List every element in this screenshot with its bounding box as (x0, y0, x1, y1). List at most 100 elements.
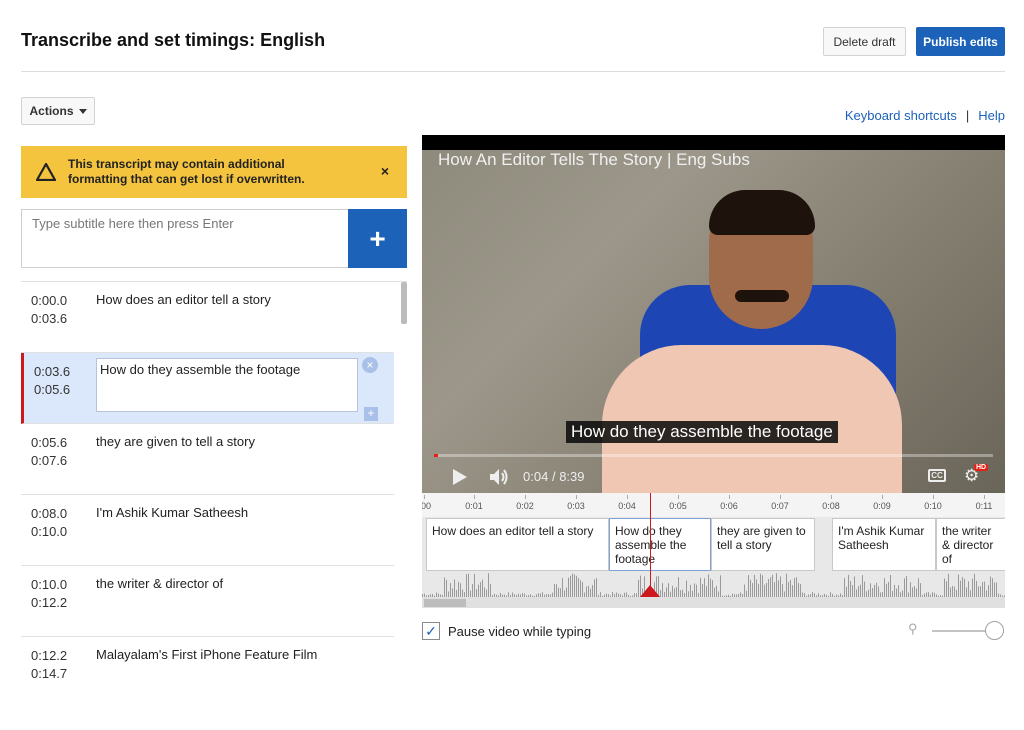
timeline-segment[interactable]: the writer & director of (936, 518, 1005, 571)
caption-timeline[interactable]: 00 0:01 0:02 0:03 0:04 0:05 0:06 0:07 0:… (422, 493, 1005, 608)
subtitle-row[interactable]: 0:08.0 0:10.0 I'm Ashik Kumar Satheesh (21, 495, 394, 566)
start-time[interactable]: 0:08.0 (31, 505, 67, 523)
waveform-bar (466, 574, 467, 597)
waveform-bar (878, 586, 879, 597)
waveform-bar (888, 581, 889, 597)
subtitle-row[interactable]: 0:05.6 0:07.6 they are given to tell a s… (21, 424, 394, 495)
tick-mark (882, 495, 883, 499)
waveform-bar (468, 573, 469, 597)
subtitle-row[interactable]: 0:00.0 0:03.6 How does an editor tell a … (21, 282, 394, 353)
timeline-scroll-thumb[interactable] (424, 599, 466, 607)
pause-video-checkbox[interactable]: ✓ (422, 622, 440, 640)
tick-label: 0:05 (669, 501, 687, 511)
tick-label: 0:03 (567, 501, 585, 511)
end-time[interactable]: 0:10.0 (31, 523, 67, 541)
waveform-bar (976, 580, 977, 597)
waveform-bar (992, 578, 993, 597)
list-scrollbar[interactable] (401, 282, 407, 324)
subtitle-text[interactable]: How does an editor tell a story (96, 292, 271, 307)
subtitle-text[interactable]: Malayalam's First iPhone Feature Film (96, 647, 317, 662)
subtitle-edit-field[interactable]: How do they assemble the footage (96, 358, 358, 412)
subtitle-row[interactable]: 0:10.0 0:12.2 the writer & director of (21, 566, 394, 637)
subtitle-row[interactable]: 0:12.2 0:14.7 Malayalam's First iPhone F… (21, 637, 394, 682)
waveform-bar (968, 581, 969, 597)
start-time[interactable]: 0:03.6 (34, 363, 70, 381)
start-time[interactable]: 0:00.0 (31, 292, 67, 310)
waveform-bar (912, 587, 913, 597)
start-time[interactable]: 0:12.2 (31, 647, 67, 665)
video-player[interactable]: How An Editor Tells The Story | Eng Subs… (422, 135, 1005, 493)
end-time[interactable]: 0:12.2 (31, 594, 67, 612)
waveform-bar (568, 577, 569, 597)
waveform-bar (970, 590, 971, 597)
waveform-bar (972, 578, 973, 597)
waveform-bar (480, 581, 481, 597)
waveform-bar (974, 573, 975, 597)
waveform-bar (780, 576, 781, 597)
subtitle-input[interactable]: Type subtitle here then press Enter (21, 209, 349, 268)
play-icon[interactable] (452, 468, 468, 486)
delete-subtitle-icon[interactable]: × (362, 357, 378, 373)
waveform-bar (588, 585, 589, 597)
subtitle-text[interactable]: they are given to tell a story (96, 434, 255, 449)
tick-mark (525, 495, 526, 499)
tick-mark (780, 495, 781, 499)
waveform-bar (686, 580, 687, 597)
waveform-bar (886, 583, 887, 597)
waveform-bar (596, 578, 597, 597)
waveform-bar (870, 583, 871, 597)
zoom-slider-knob[interactable] (985, 621, 1004, 640)
video-title[interactable]: How An Editor Tells The Story | Eng Subs (438, 150, 750, 170)
waveform-bar (490, 584, 491, 597)
captions-icon[interactable]: CC (928, 469, 946, 482)
header-divider (21, 71, 1005, 72)
end-time[interactable]: 0:05.6 (34, 381, 70, 399)
volume-icon[interactable] (488, 467, 510, 487)
timeline-segment[interactable]: How does an editor tell a story (426, 518, 609, 571)
waveform-bar (476, 589, 477, 597)
waveform-bar (868, 589, 869, 597)
start-time[interactable]: 0:10.0 (31, 576, 67, 594)
tick-mark (729, 495, 730, 499)
waveform-bar (800, 584, 801, 597)
subtitle-text[interactable]: the writer & director of (96, 576, 223, 591)
waveform-bar (990, 576, 991, 597)
timeline-segment[interactable]: they are given to tell a story (711, 518, 815, 571)
waveform-bar (704, 578, 705, 597)
waveform-bar (662, 583, 663, 597)
end-time[interactable]: 0:03.6 (31, 310, 67, 328)
subtitle-row-active[interactable]: 0:03.6 0:05.6 How do they assemble the f… (21, 353, 394, 424)
timeline-scrollbar[interactable] (422, 597, 1005, 608)
end-time[interactable]: 0:07.6 (31, 452, 67, 470)
waveform-bar (778, 580, 779, 597)
subtitle-text[interactable]: I'm Ashik Kumar Satheesh (96, 505, 248, 520)
help-link[interactable]: Help (978, 108, 1005, 123)
waveform-bar (756, 579, 757, 597)
tick-label: 00 (422, 501, 432, 511)
timeline-segment-selected[interactable]: How do they assemble the footage (609, 518, 711, 571)
waveform-bar (460, 583, 461, 597)
waveform-bar (484, 587, 485, 597)
close-icon[interactable]: × (381, 163, 389, 179)
waveform-bar (946, 581, 947, 597)
playhead-handle[interactable] (640, 585, 660, 597)
actions-dropdown[interactable]: Actions (21, 97, 95, 125)
waveform-bar (748, 575, 749, 597)
waveform-bar (594, 579, 595, 597)
waveform-bar (996, 582, 997, 597)
waveform-bar (578, 578, 579, 597)
total-time: 8:39 (559, 469, 585, 484)
publish-edits-button[interactable]: Publish edits (916, 27, 1005, 56)
insert-subtitle-icon[interactable]: + (364, 407, 378, 421)
end-time[interactable]: 0:14.7 (31, 665, 67, 682)
video-progress-bar[interactable] (434, 454, 993, 457)
timeline-segment[interactable]: I'm Ashik Kumar Satheesh (832, 518, 936, 571)
start-time[interactable]: 0:05.6 (31, 434, 67, 452)
delete-draft-button[interactable]: Delete draft (823, 27, 906, 56)
waveform-bar (744, 584, 745, 597)
waveform-bar (980, 586, 981, 597)
subtitle-time: 0:05.6 0:07.6 (31, 434, 67, 470)
add-subtitle-button[interactable]: + (348, 209, 407, 268)
keyboard-shortcuts-link[interactable]: Keyboard shortcuts (845, 108, 957, 123)
waveform-bar (458, 581, 459, 597)
